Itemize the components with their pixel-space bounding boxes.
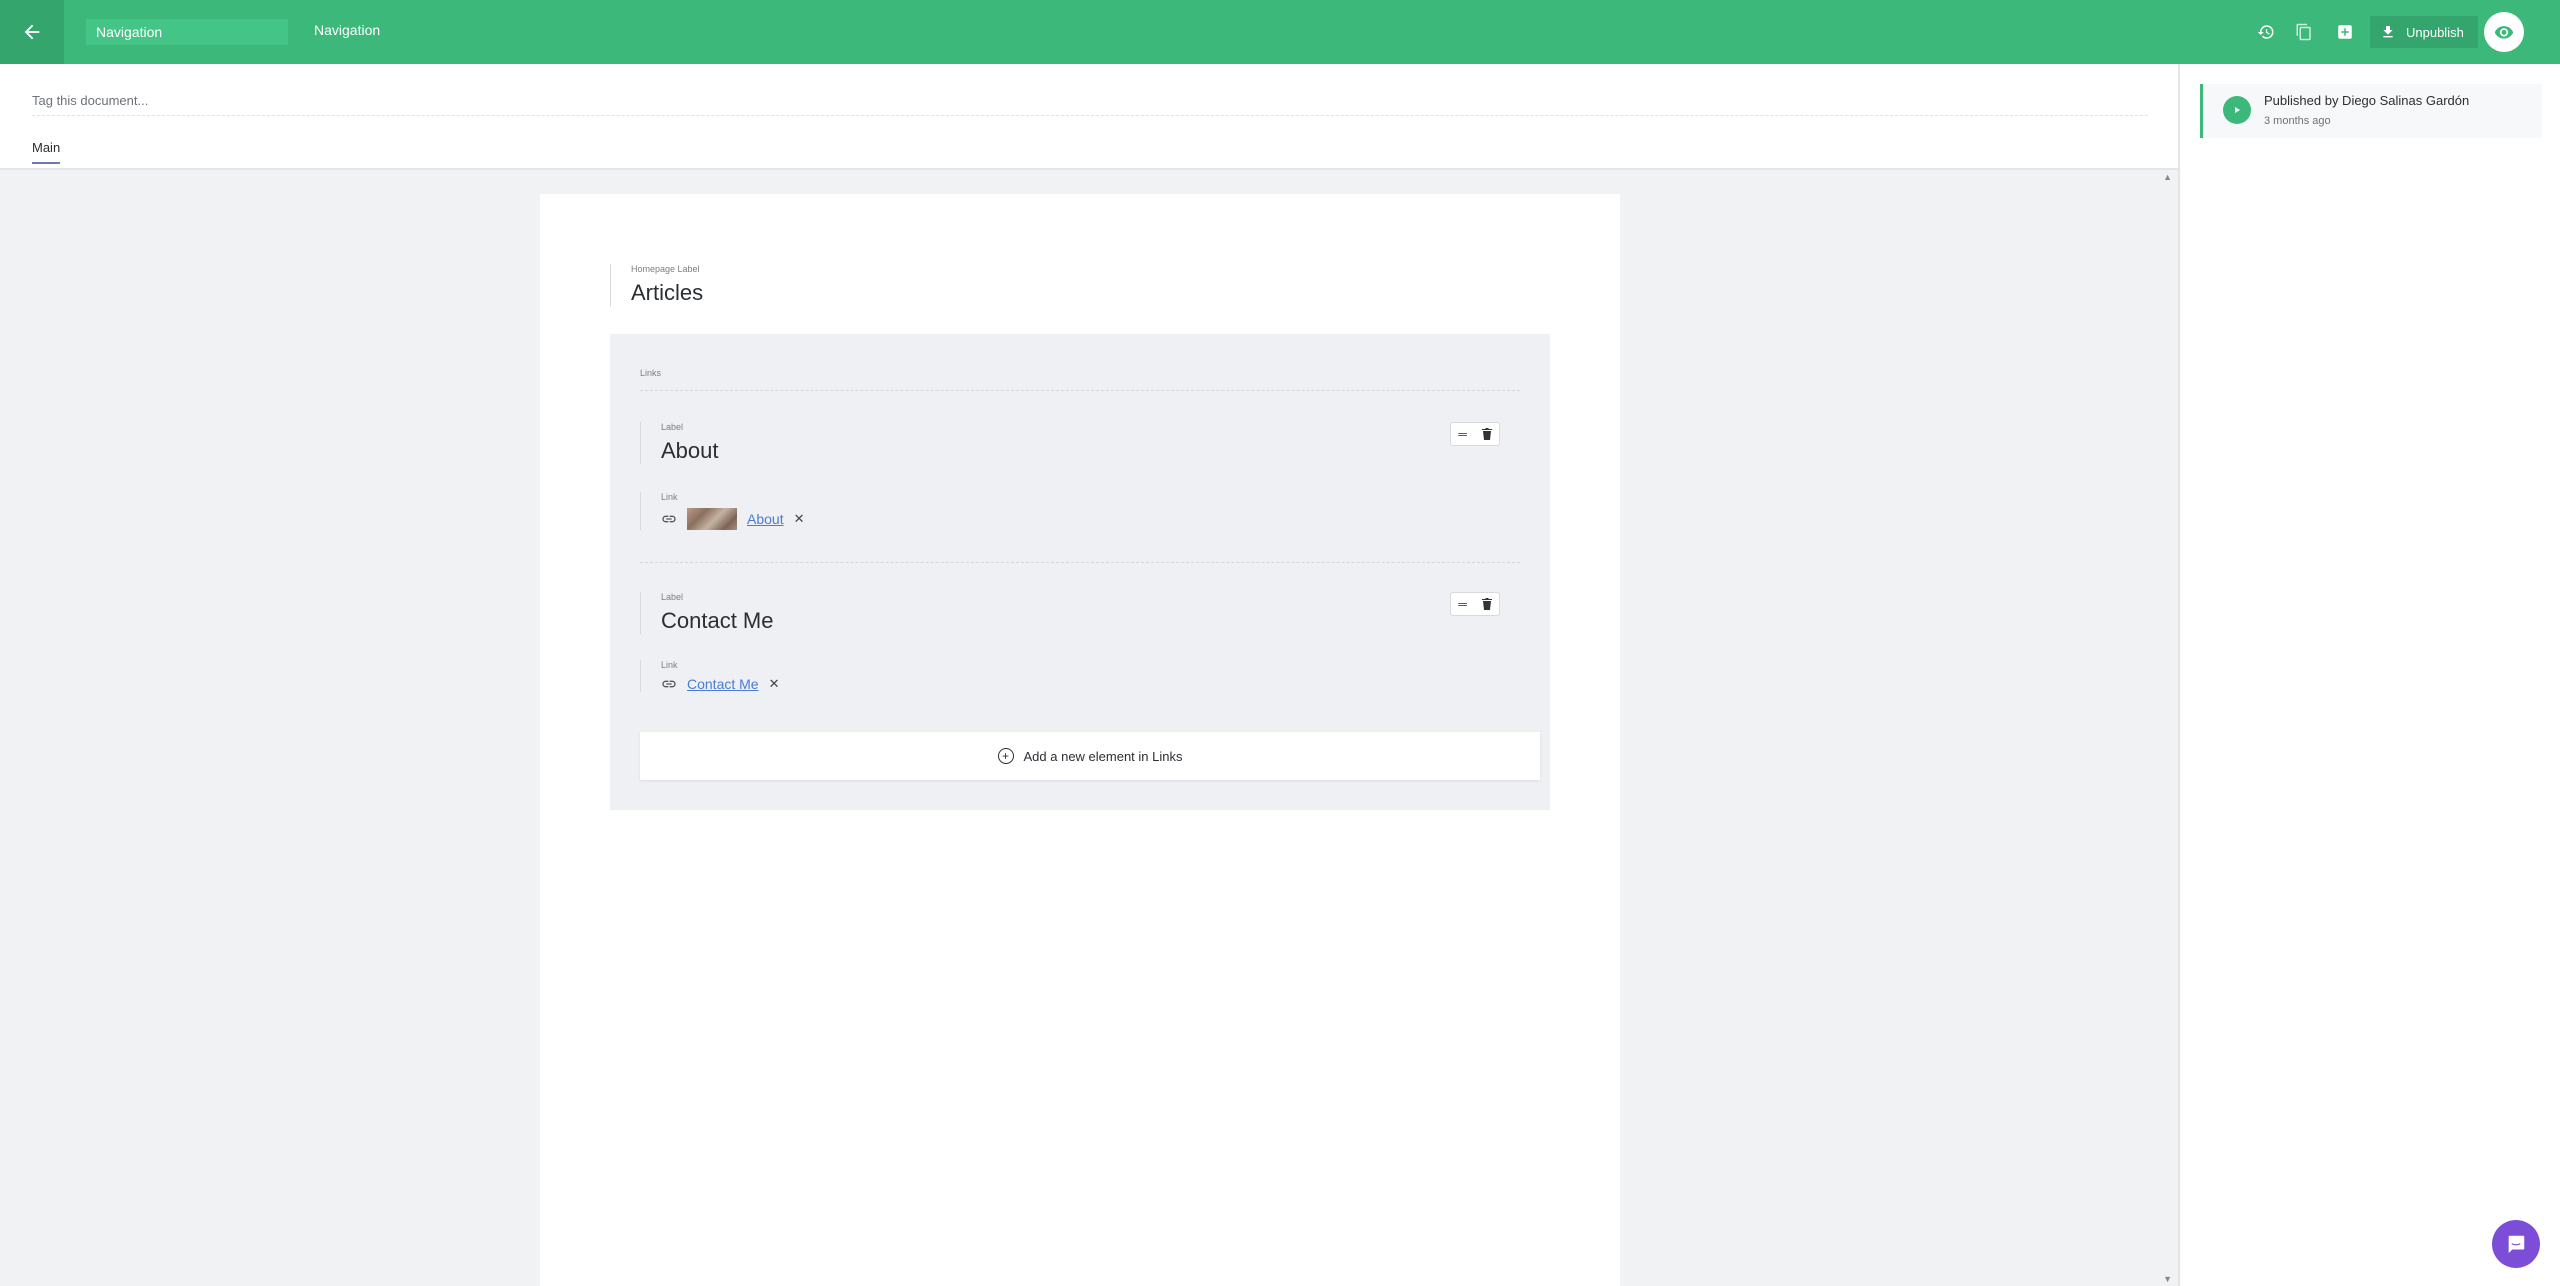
field-label: Link — [661, 660, 678, 670]
field-label: Label — [661, 592, 684, 602]
drag-handle-icon[interactable]: ═ — [1458, 597, 1467, 611]
plus-icon: + — [997, 748, 1014, 764]
tags-input[interactable] — [32, 86, 2148, 116]
links-group: Links ═ Label About Link About ✕ ═ Label… — [610, 334, 1550, 810]
back-button[interactable] — [0, 0, 64, 64]
item-label-field[interactable]: Label About — [640, 422, 719, 464]
document-title-input[interactable]: Navigation — [86, 19, 288, 45]
group-label: Links — [640, 368, 662, 378]
item-controls: ═ — [1450, 592, 1500, 616]
field-value[interactable]: Contact Me — [661, 608, 774, 634]
document-header: Main — [0, 64, 2178, 170]
drag-handle-icon[interactable]: ═ — [1458, 427, 1467, 441]
link-icon — [662, 680, 676, 688]
item-link-field[interactable]: Link Contact Me ✕ — [640, 660, 780, 692]
link-text[interactable]: Contact Me — [687, 676, 759, 692]
editor-scroll-area[interactable]: ▲ ▼ Homepage Label Articles Links ═ Labe… — [0, 170, 2178, 1286]
field-label: Label — [661, 422, 684, 432]
copy-icon — [2296, 23, 2311, 41]
divider — [640, 390, 1520, 391]
play-icon — [2223, 96, 2251, 124]
scroll-down-icon[interactable]: ▼ — [2163, 1274, 2172, 1284]
save-button[interactable] — [2333, 20, 2357, 44]
trash-icon[interactable] — [1481, 598, 1492, 610]
add-element-label: Add a new element in Links — [1023, 748, 1183, 764]
release-card[interactable]: Published by Diego Salinas Gardón 3 mont… — [2200, 84, 2542, 138]
document-editor: Homepage Label Articles Links ═ Label Ab… — [540, 194, 1620, 1286]
link-thumbnail-image — [687, 508, 737, 530]
item-label-field[interactable]: Label Contact Me — [640, 592, 774, 634]
remove-link-icon[interactable]: ✕ — [769, 676, 780, 692]
release-sidebar: Published by Diego Salinas Gardón 3 mont… — [2178, 64, 2560, 1286]
preview-button[interactable] — [2484, 12, 2524, 52]
add-element-button[interactable]: + Add a new element in Links — [640, 732, 1540, 780]
trash-icon[interactable] — [1481, 428, 1492, 440]
history-button[interactable] — [2254, 20, 2278, 44]
release-title: Published by Diego Salinas Gardón — [2264, 93, 2470, 108]
history-icon — [2257, 25, 2274, 39]
save-icon — [2338, 25, 2352, 39]
tab-main[interactable]: Main — [32, 140, 61, 164]
field-value[interactable]: Articles — [631, 280, 703, 306]
remove-link-icon[interactable]: ✕ — [794, 511, 805, 527]
field-label: Link — [661, 492, 678, 502]
chat-icon — [2508, 1235, 2525, 1254]
top-bar: Navigation Navigation Unpublish — [0, 0, 2560, 64]
scroll-up-icon[interactable]: ▲ — [2163, 172, 2172, 182]
arrow-left-icon — [24, 24, 40, 40]
custom-type-label: Navigation — [314, 22, 381, 38]
download-icon — [2383, 26, 2393, 38]
unpublish-label: Unpublish — [2406, 24, 2464, 40]
link-text[interactable]: About — [747, 511, 784, 527]
field-label: Homepage Label — [631, 264, 700, 274]
eye-icon — [2494, 26, 2514, 39]
field-value[interactable]: About — [661, 438, 719, 464]
chat-launcher-button[interactable] — [2492, 1220, 2540, 1268]
item-link-field[interactable]: Link About ✕ — [640, 492, 805, 530]
release-time: 3 months ago — [2264, 115, 2331, 127]
homepage-label-field[interactable]: Homepage Label Articles — [610, 264, 703, 306]
link-icon — [662, 515, 676, 523]
duplicate-button[interactable] — [2292, 20, 2316, 44]
item-controls: ═ — [1450, 422, 1500, 446]
divider — [640, 562, 1520, 563]
unpublish-button[interactable]: Unpublish — [2370, 16, 2478, 48]
